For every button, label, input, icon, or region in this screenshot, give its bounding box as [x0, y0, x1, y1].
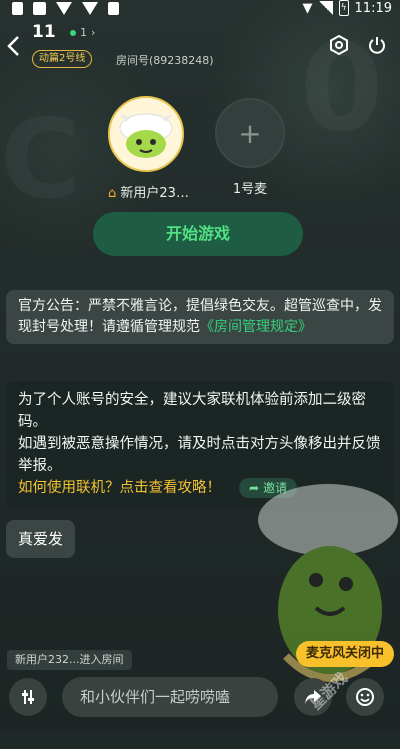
chevron-right-icon: ›	[91, 26, 96, 39]
avatar[interactable]	[108, 96, 184, 172]
back-button[interactable]	[6, 34, 20, 62]
clock: 11:19	[354, 0, 392, 16]
seat-host[interactable]: ⌂ 新用户23…	[108, 96, 189, 201]
background-decoration: C	[0, 95, 81, 223]
wifi-icon: ▼	[302, 0, 313, 16]
seat-empty[interactable]: + 1号麦	[215, 98, 285, 197]
sliders-icon	[22, 690, 34, 704]
battery-icon: ϟ	[338, 0, 349, 16]
room-id: 房间号(89238248)	[116, 54, 214, 67]
settings-button[interactable]	[328, 34, 350, 56]
power-icon	[369, 37, 385, 54]
room-rules-link[interactable]: 《房间管理规定》	[200, 319, 312, 335]
notification-icon	[12, 2, 23, 15]
start-game-button[interactable]: 开始游戏	[93, 212, 303, 256]
seat-empty-label: 1号麦	[232, 182, 268, 197]
online-count: 1 ›	[70, 26, 95, 39]
room-name: 11	[32, 22, 56, 42]
chat-input[interactable]: 和小伙伴们一起唠唠嗑	[62, 677, 278, 717]
online-dot-icon	[70, 29, 76, 36]
mascot-avatar-icon	[110, 98, 182, 170]
gear-icon	[330, 35, 348, 55]
guide-link[interactable]: 如何使用联机？点击查看攻略！	[18, 477, 221, 499]
plus-icon: +	[238, 116, 262, 150]
warning-icon	[56, 2, 72, 15]
seat-host-label: ⌂ 新用户23…	[108, 182, 189, 201]
warning-icon	[82, 2, 98, 15]
chat-message: 真爱发	[6, 520, 76, 558]
announcement: 官方公告：严禁不雅言论，提倡绿色交友。超管巡查中，发现封号处理！请遵循管理规范《…	[6, 290, 394, 344]
join-notification: 新用户232...进入房间	[7, 650, 132, 670]
status-bar: ▼ ϟ 11:19	[0, 0, 400, 20]
audio-settings-button[interactable]	[9, 678, 47, 716]
empty-seat-circle[interactable]: +	[215, 98, 285, 168]
seat-host-name: 新用户23…	[120, 186, 189, 201]
online-count-value: 1	[80, 26, 87, 39]
chevron-left-icon	[7, 36, 19, 56]
signal-icon	[318, 1, 333, 15]
app-notification-icon	[108, 2, 119, 15]
exit-button[interactable]	[366, 34, 388, 56]
host-icon: ⌂	[108, 186, 117, 201]
room-header: 11 1 › 动篇2号线 房间号(89238248)	[0, 20, 400, 80]
tips-line-1: 为了个人账号的安全，建议大家联机体验前添加二级密码。	[18, 392, 366, 430]
line-tag: 动篇2号线	[32, 50, 93, 68]
notification-icon	[33, 2, 46, 15]
